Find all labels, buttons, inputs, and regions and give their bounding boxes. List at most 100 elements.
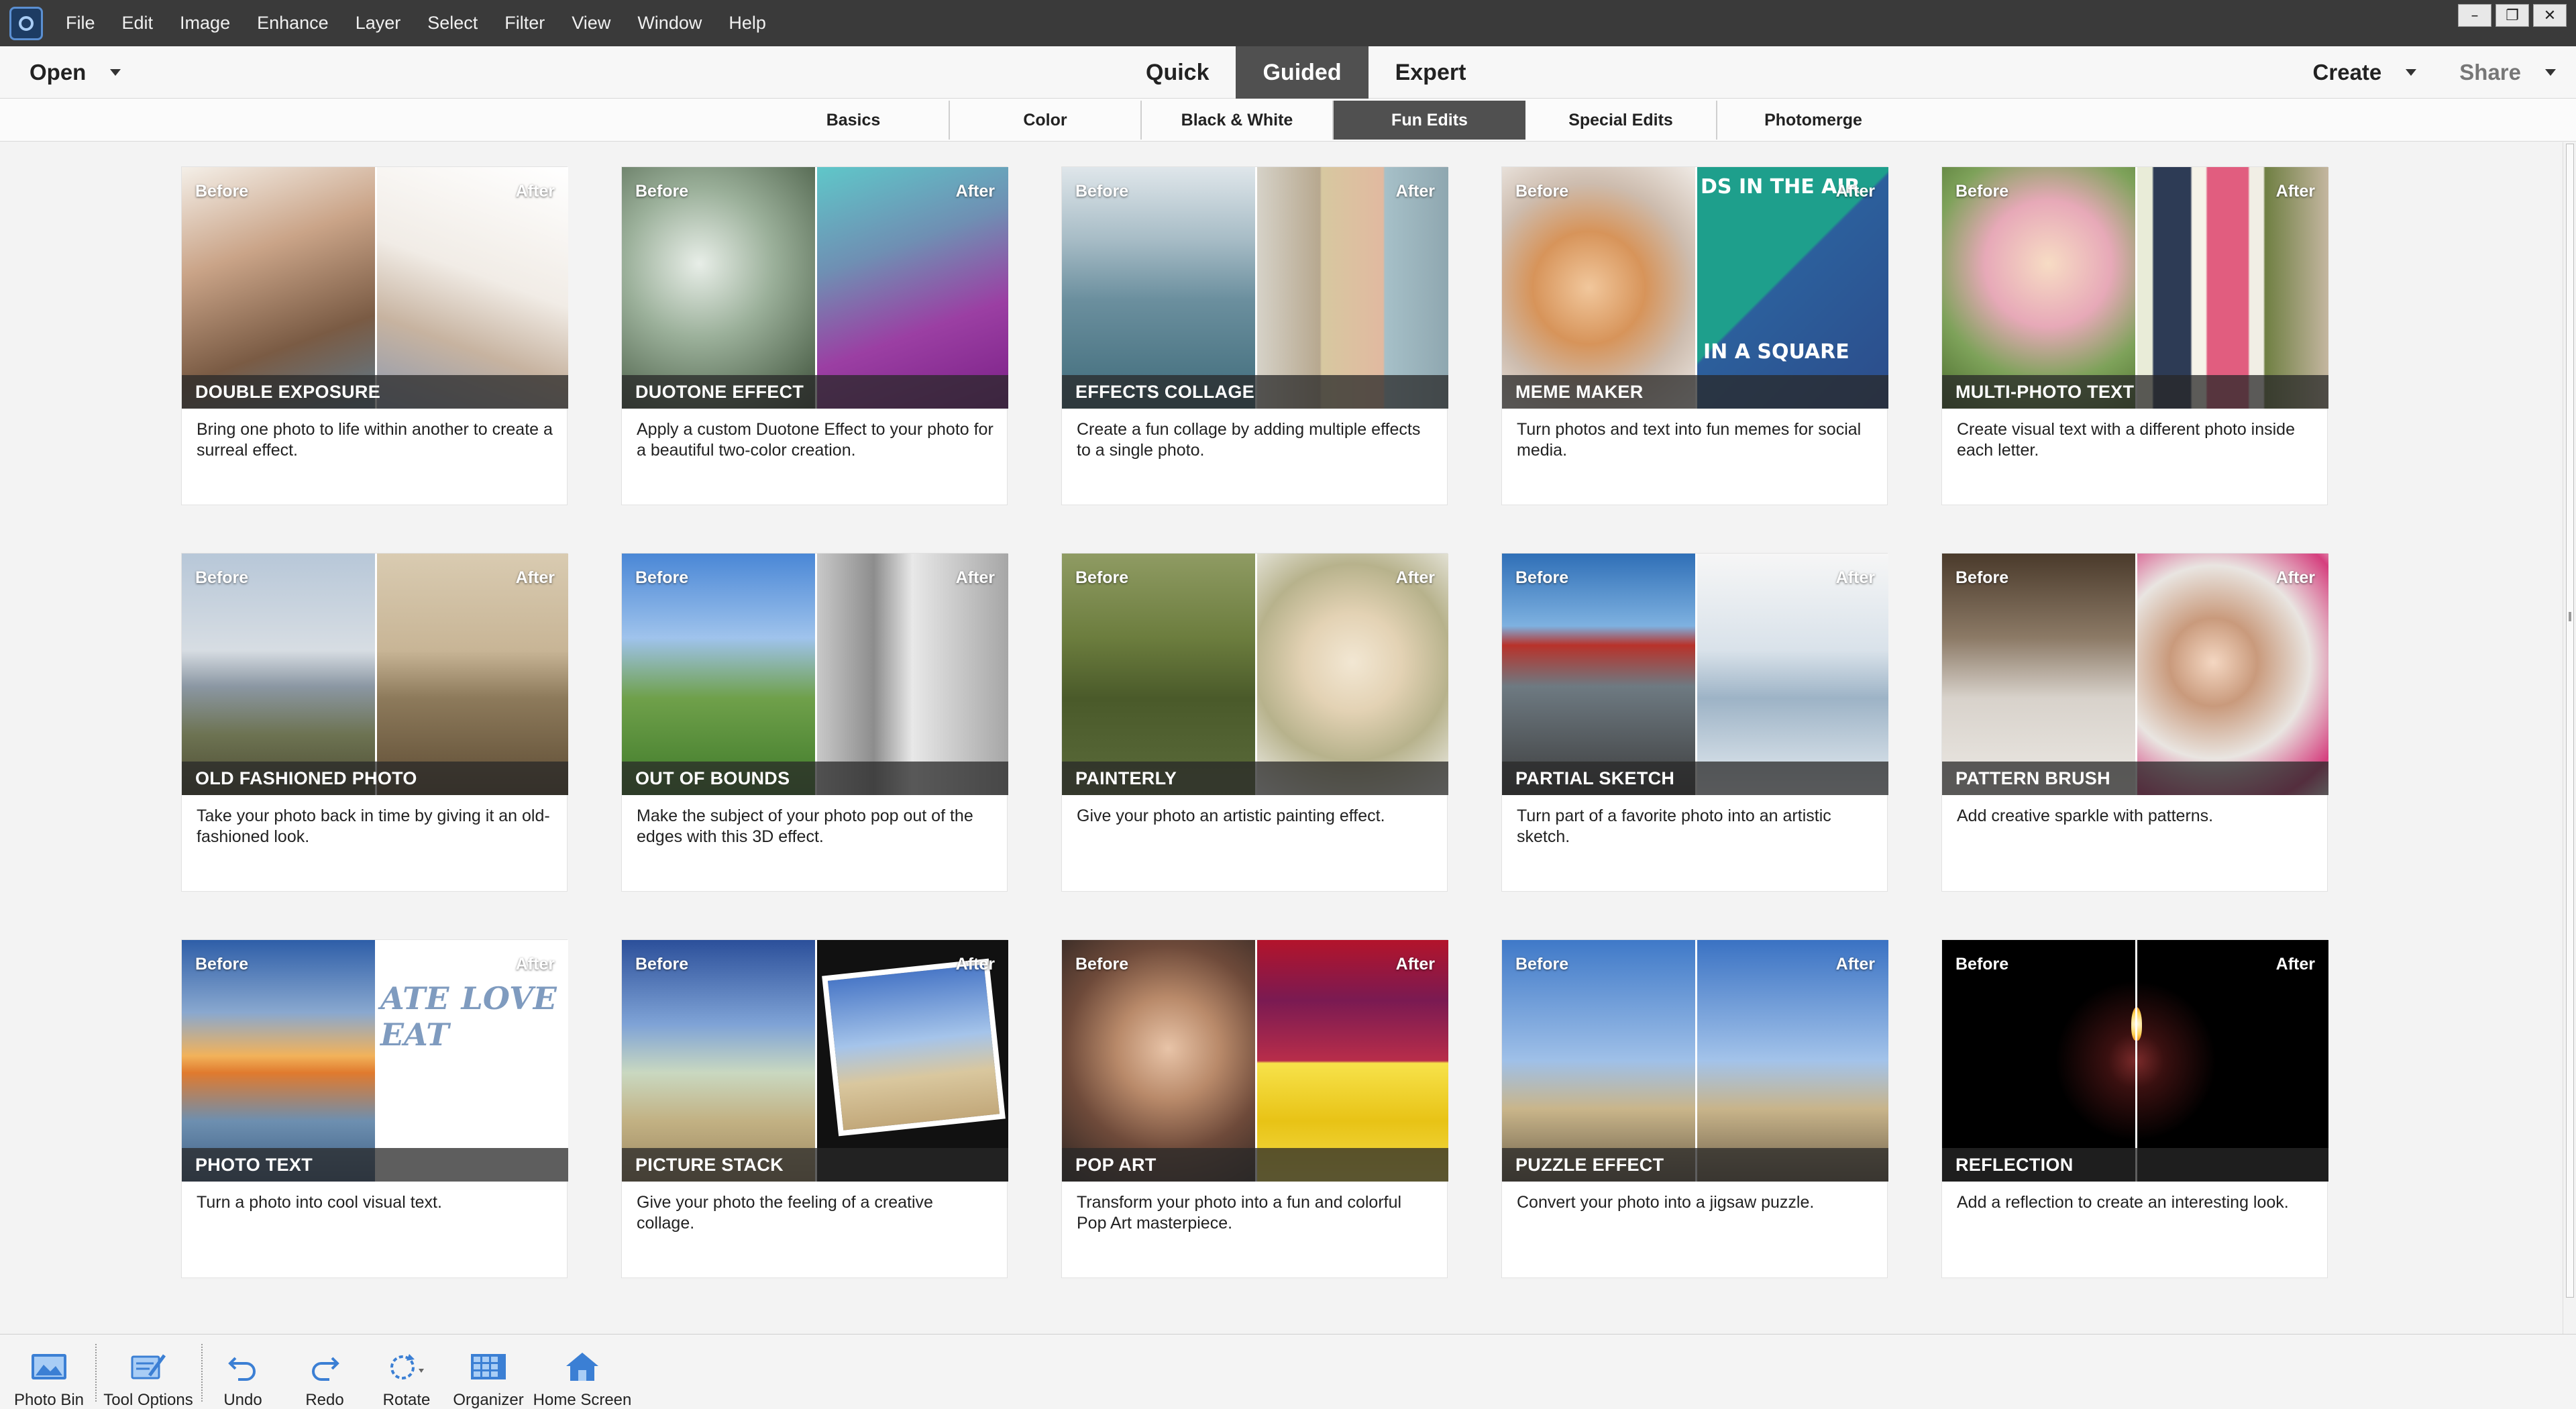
before-label: Before [1515, 568, 1569, 587]
tab-expert[interactable]: Expert [1368, 46, 1493, 99]
tool-options-button[interactable]: Tool Options [101, 1335, 196, 1409]
menu-window[interactable]: Window [637, 13, 702, 34]
minimize-icon[interactable]: – [2458, 4, 2491, 27]
before-label: Before [195, 568, 249, 587]
tab-basics[interactable]: Basics [758, 101, 950, 140]
chevron-down-icon[interactable] [110, 69, 121, 76]
card-title: PHOTO TEXT [182, 1148, 568, 1182]
after-label: After [515, 182, 555, 201]
card-description: Make the subject of your photo pop out o… [637, 806, 973, 846]
card-title: OLD FASHIONED PHOTO [182, 762, 568, 795]
card-description: Take your photo back in time by giving i… [197, 806, 550, 846]
card-pop-art[interactable]: Before After POP ART Transform your phot… [1061, 939, 1448, 1278]
after-label: After [955, 568, 995, 587]
card-thumbnail: Before After PARTIAL SKETCH [1502, 554, 1888, 795]
card-thumbnail: Before After DOUBLE EXPOSURE [182, 167, 568, 409]
card-meme-maker[interactable]: DS IN THE AIR IN A SQUARE Before After M… [1501, 166, 1888, 505]
home-screen-button[interactable]: Home Screen [533, 1335, 631, 1409]
menu-bar: File Edit Image Enhance Layer Select Fil… [0, 0, 2576, 46]
card-reflection[interactable]: Before After REFLECTION Add a reflection… [1941, 939, 2328, 1278]
share-button[interactable]: Share [2459, 60, 2556, 85]
tab-fun-edits[interactable]: Fun Edits [1334, 101, 1525, 140]
card-description: Add creative sparkle with patterns. [1957, 806, 2214, 825]
mode-bar: Open Quick Guided Expert Create Share [0, 46, 2576, 99]
card-title: PARTIAL SKETCH [1502, 762, 1888, 795]
tab-black-white[interactable]: Black & White [1142, 101, 1334, 140]
redo-icon [305, 1347, 345, 1387]
card-old-fashioned-photo[interactable]: Before After OLD FASHIONED PHOTO Take yo… [181, 553, 568, 892]
tool-options-label: Tool Options [103, 1391, 193, 1409]
after-label: After [2275, 182, 2315, 201]
after-label: After [1835, 955, 1875, 974]
undo-button[interactable]: Undo [212, 1335, 274, 1409]
card-double-exposure[interactable]: Before After DOUBLE EXPOSURE Bring one p… [181, 166, 568, 505]
card-thumbnail: ATE LOVE EAT Before After PHOTO TEXT [182, 940, 568, 1182]
menu-image[interactable]: Image [180, 13, 230, 34]
card-multi-photo-text[interactable]: Before After MULTI-PHOTO TEXT Create vis… [1941, 166, 2328, 505]
vertical-scrollbar[interactable] [2563, 142, 2576, 1334]
before-label: Before [1955, 568, 2009, 587]
tab-guided[interactable]: Guided [1236, 46, 1368, 99]
card-thumbnail: Before After POP ART [1062, 940, 1448, 1182]
open-label: Open [30, 60, 87, 85]
menu-filter[interactable]: Filter [504, 13, 545, 34]
card-photo-text[interactable]: ATE LOVE EAT Before After PHOTO TEXT Tur… [181, 939, 568, 1278]
tab-special-edits[interactable]: Special Edits [1525, 101, 1717, 140]
app-logo-icon[interactable] [9, 6, 43, 40]
create-label: Create [2312, 60, 2382, 85]
share-label: Share [2459, 60, 2521, 85]
category-bar: Basics Color Black & White Fun Edits Spe… [0, 99, 2576, 142]
rotate-button[interactable]: Rotate [376, 1335, 437, 1409]
mode-tabs: Quick Guided Expert [1119, 46, 1493, 99]
after-label: After [1395, 182, 1435, 201]
card-pattern-brush[interactable]: Before After PATTERN BRUSH Add creative … [1941, 553, 2328, 892]
card-description: Convert your photo into a jigsaw puzzle. [1517, 1193, 1815, 1212]
category-tabs: Basics Color Black & White Fun Edits Spe… [758, 99, 1909, 142]
tab-photomerge[interactable]: Photomerge [1717, 101, 1909, 140]
menu-enhance[interactable]: Enhance [257, 13, 329, 34]
card-title: OUT OF BOUNDS [622, 762, 1008, 795]
card-title: EFFECTS COLLAGE [1062, 375, 1448, 409]
card-title: REFLECTION [1942, 1148, 2328, 1182]
rotate-label: Rotate [382, 1391, 431, 1409]
before-label: Before [635, 568, 689, 587]
after-label: After [515, 568, 555, 587]
card-description: Turn part of a favorite photo into an ar… [1517, 806, 1831, 846]
tab-color[interactable]: Color [950, 101, 1142, 140]
menu-help[interactable]: Help [729, 13, 766, 34]
header-actions: Create Share [2313, 46, 2556, 99]
menu-edit[interactable]: Edit [122, 13, 154, 34]
card-duotone-effect[interactable]: Before After DUOTONE EFFECT Apply a cust… [621, 166, 1008, 505]
card-thumbnail: Before After OLD FASHIONED PHOTO [182, 554, 568, 795]
before-label: Before [1955, 955, 2009, 974]
card-painterly[interactable]: Before After PAINTERLY Give your photo a… [1061, 553, 1448, 892]
before-label: Before [1515, 955, 1569, 974]
close-icon[interactable]: ✕ [2533, 4, 2567, 27]
card-out-of-bounds[interactable]: Before After OUT OF BOUNDS Make the subj… [621, 553, 1008, 892]
card-partial-sketch[interactable]: Before After PARTIAL SKETCH Turn part of… [1501, 553, 1888, 892]
card-puzzle-effect[interactable]: Before After PUZZLE EFFECT Convert your … [1501, 939, 1888, 1278]
create-button[interactable]: Create [2313, 60, 2417, 85]
before-label: Before [195, 955, 249, 974]
card-effects-collage[interactable]: Before After EFFECTS COLLAGE Create a fu… [1061, 166, 1448, 505]
card-picture-stack[interactable]: Before After PICTURE STACK Give your pho… [621, 939, 1008, 1278]
organizer-button[interactable]: Organizer [449, 1335, 527, 1409]
scrollbar-thumb[interactable] [2566, 144, 2574, 1298]
photo-bin-icon [29, 1347, 69, 1387]
card-title: MEME MAKER [1502, 375, 1888, 409]
card-description: Bring one photo to life within another t… [197, 420, 553, 460]
menu-file[interactable]: File [66, 13, 95, 34]
redo-button[interactable]: Redo [294, 1335, 356, 1409]
photo-bin-button[interactable]: Photo Bin [9, 1335, 89, 1409]
tab-quick[interactable]: Quick [1119, 46, 1236, 99]
card-thumbnail: Before After OUT OF BOUNDS [622, 554, 1008, 795]
open-button[interactable]: Open [30, 46, 121, 99]
organizer-label: Organizer [453, 1391, 524, 1409]
after-label: After [1835, 568, 1875, 587]
menu-layer[interactable]: Layer [356, 13, 401, 34]
menu-view[interactable]: View [572, 13, 610, 34]
card-description: Turn photos and text into fun memes for … [1517, 420, 1862, 460]
menu-select[interactable]: Select [427, 13, 478, 34]
restore-icon[interactable]: ❐ [2496, 4, 2529, 27]
card-thumbnail: Before After MULTI-PHOTO TEXT [1942, 167, 2328, 409]
